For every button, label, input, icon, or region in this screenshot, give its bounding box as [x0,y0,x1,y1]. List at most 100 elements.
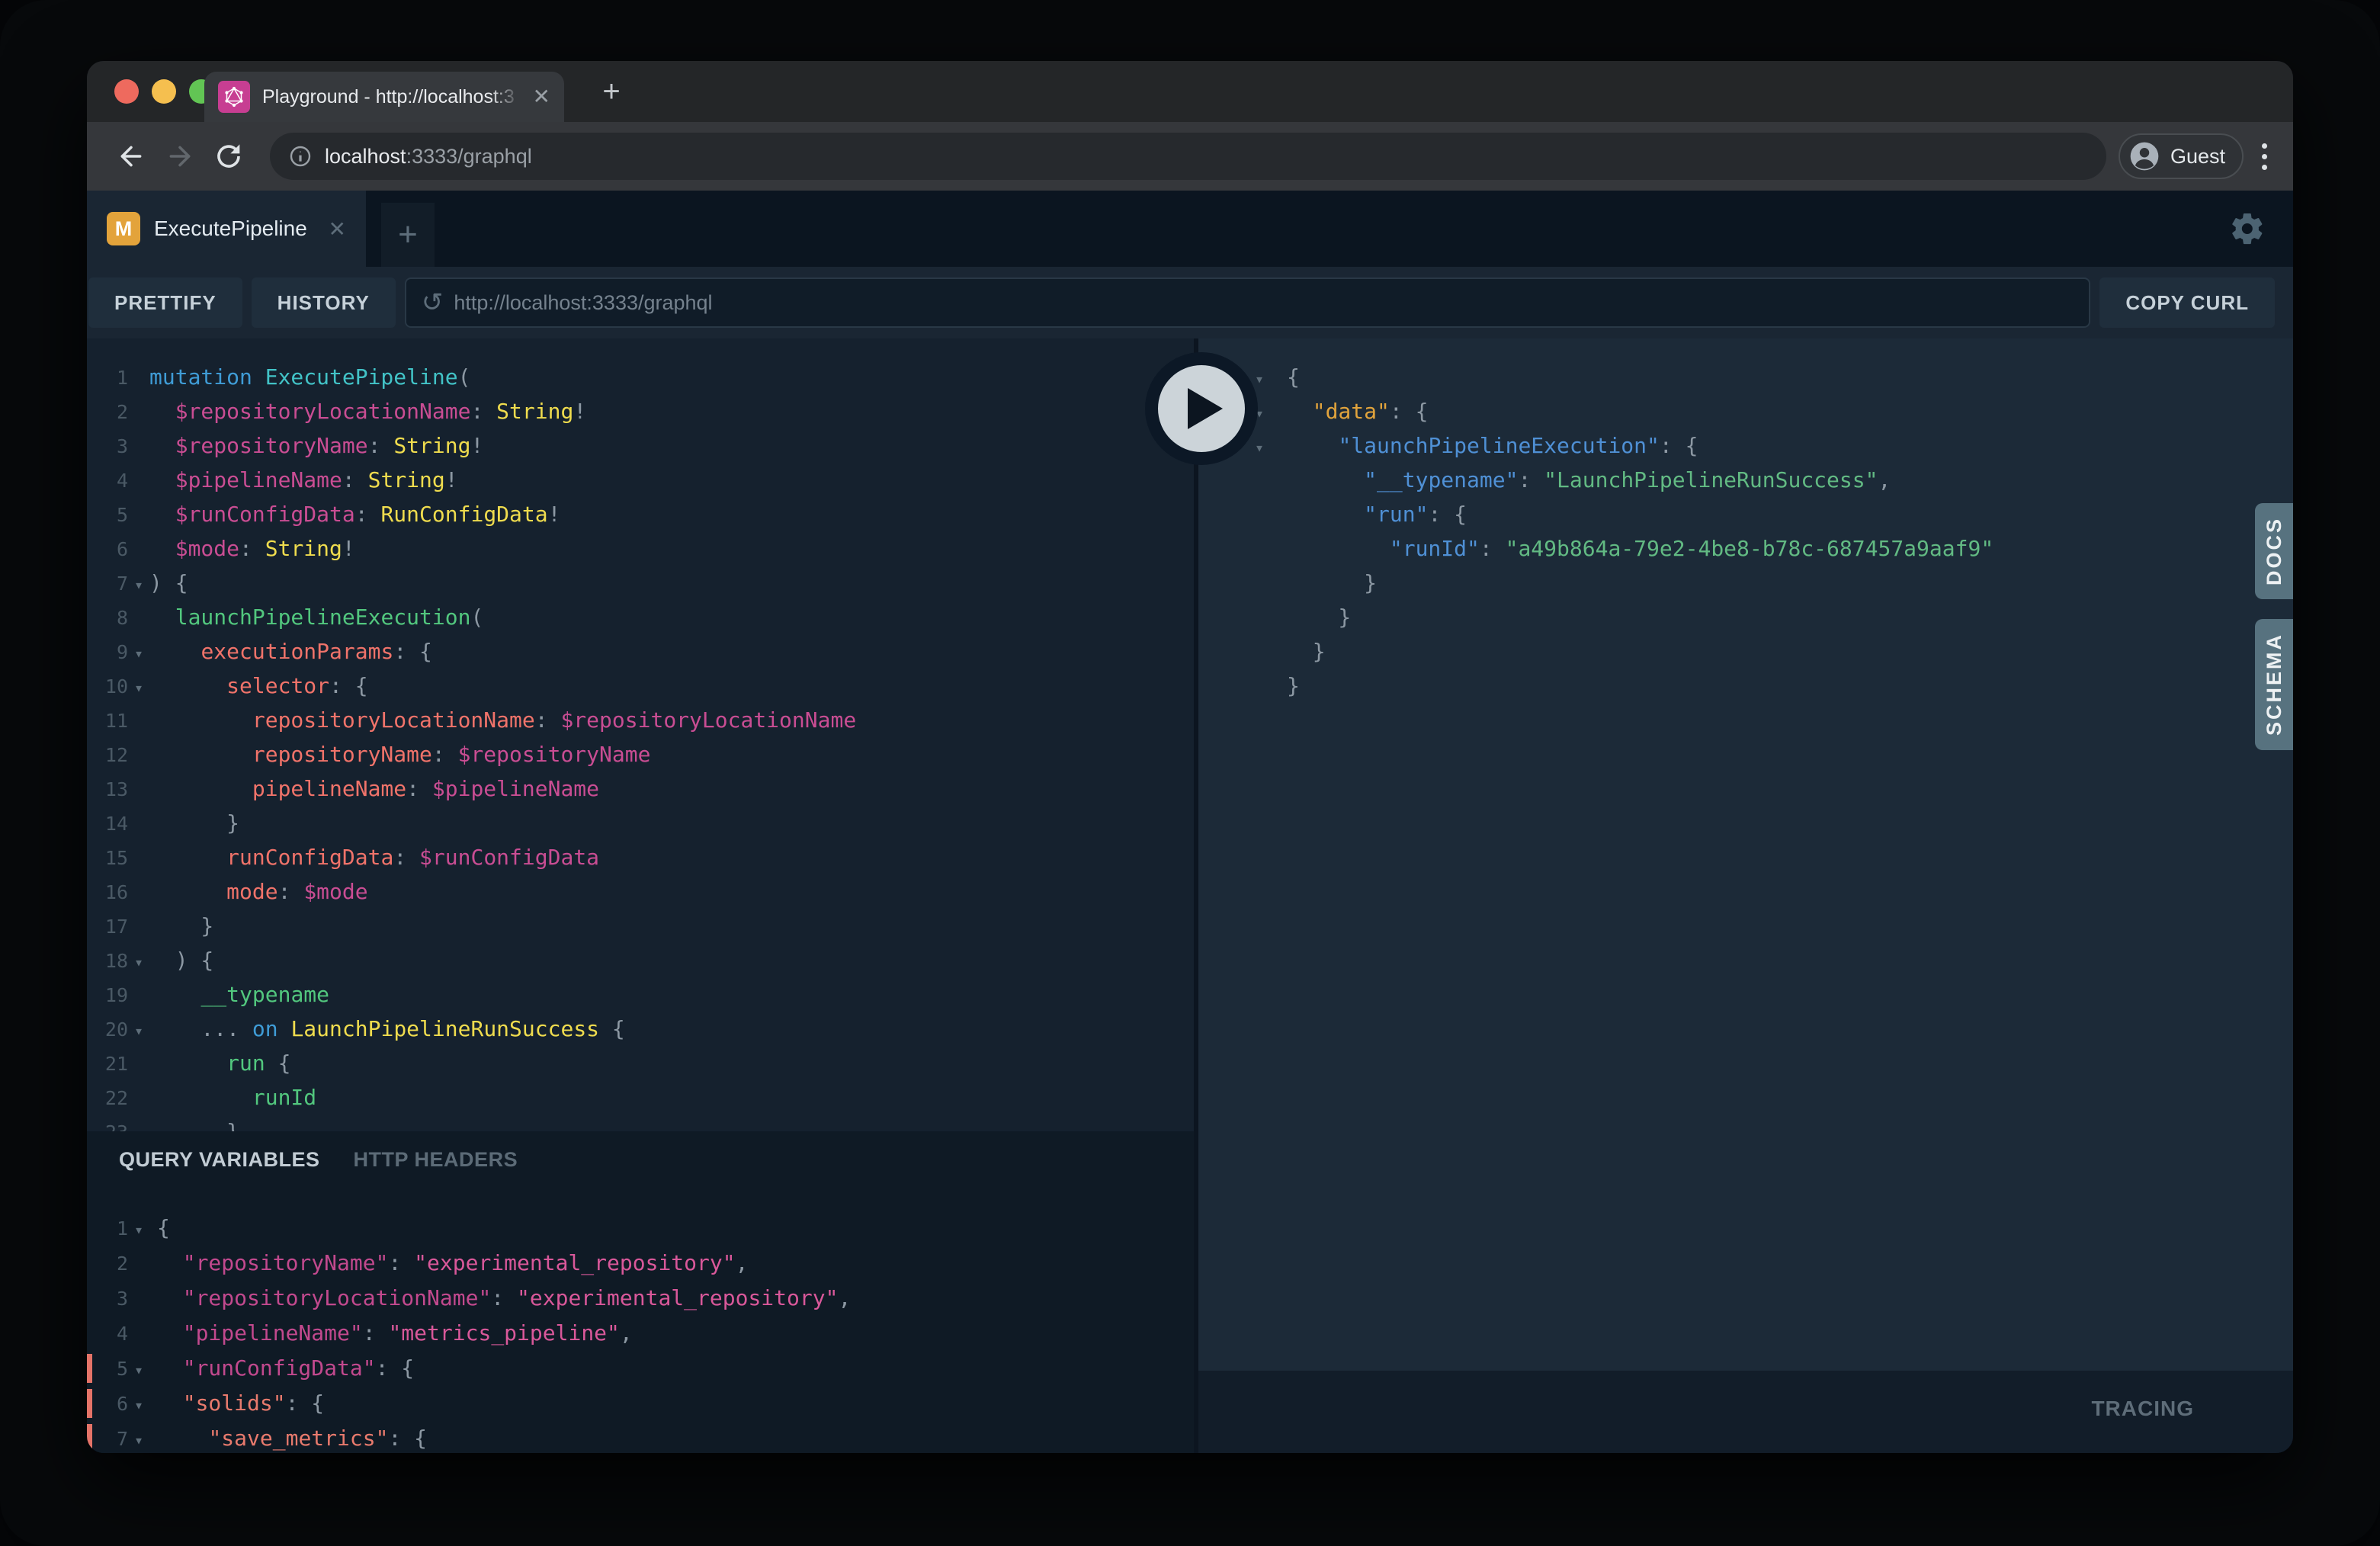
code-line: 12▾ repositoryName: $repositoryName [87,737,1194,771]
code-line: ▾{ [1198,360,2293,394]
code-text: } [1287,634,1326,669]
url-bar[interactable]: localhost:3333/graphql [270,133,2106,180]
code-line: 7▾) { [87,566,1194,600]
code-text: mutation ExecutePipeline( [149,360,470,394]
browser-menu-icon[interactable] [2262,143,2267,170]
fold-arrow-icon[interactable]: ▾ [1249,431,1287,465]
query-pane: 1▾mutation ExecutePipeline(2▾ $repositor… [87,338,1198,1453]
code-line: 4▾ $pipelineName: String! [87,463,1194,497]
minimize-window-button[interactable] [152,79,176,104]
code-line: 21▾ run { [87,1046,1194,1080]
fold-arrow-icon[interactable]: ▾ [128,945,149,980]
browser-tab[interactable]: Playground - http://localhost:3 ✕ [204,72,564,122]
code-line: 13▾ pipelineName: $pipelineName [87,771,1194,806]
code-line: ▾ "data": { [1198,394,2293,428]
code-text: "repositoryName": "experimental_reposito… [149,1246,748,1281]
code-text: run { [149,1046,290,1080]
query-editor[interactable]: 1▾mutation ExecutePipeline(2▾ $repositor… [87,338,1194,1131]
new-tab-button[interactable]: + [593,73,630,110]
code-text: ) { [149,566,188,600]
fold-arrow-icon[interactable]: ▾ [128,1423,149,1453]
code-text: mode: $mode [149,874,368,909]
playground-toolbar: PRETTIFY HISTORY ↺ http://localhost:3333… [87,267,2293,338]
fold-arrow-icon[interactable]: ▾ [128,637,149,671]
history-button[interactable]: HISTORY [252,277,396,328]
code-line: ▾ "runId": "a49b864a-79e2-4be8-b78c-6874… [1198,531,2293,566]
code-text: $repositoryLocationName: String! [149,394,586,428]
line-number: 3 [87,429,128,463]
close-window-button[interactable] [114,79,139,104]
playground-new-tab-button[interactable]: + [381,203,435,267]
fold-arrow-icon[interactable]: ▾ [128,1014,149,1048]
profile-button[interactable]: Guest [2119,133,2244,179]
execute-play-button[interactable] [1145,352,1258,465]
code-text: launchPipelineExecution( [149,600,483,634]
code-text: runId [149,1080,316,1115]
line-number: 1 [87,1211,128,1246]
code-text: "runConfigData": { [149,1351,414,1386]
code-text: runConfigData: $runConfigData [149,840,599,874]
tab-query-variables[interactable]: QUERY VARIABLES [119,1148,320,1172]
code-line: 14▾ } [87,806,1194,840]
code-line: 5▾ "runConfigData": { [87,1351,1194,1386]
code-line: 3▾ $repositoryName: String! [87,428,1194,463]
code-line: 5▾ $runConfigData: RunConfigData! [87,497,1194,531]
code-line: ▾} [1198,669,2293,703]
reload-icon[interactable] [212,140,245,173]
fold-arrow-icon[interactable]: ▾ [128,1212,149,1247]
settings-gear-icon[interactable] [2229,210,2266,247]
code-line: 17▾ } [87,909,1194,943]
tracing-toggle[interactable]: TRACING [2091,1397,2194,1421]
fold-arrow-icon[interactable]: ▾ [128,1387,149,1423]
browser-navbar: localhost:3333/graphql Guest [87,122,2293,191]
reset-endpoint-icon[interactable]: ↺ [422,290,444,316]
line-number: 20 [87,1012,128,1047]
avatar-icon [2128,140,2161,173]
code-text: } [149,1115,239,1131]
tab-http-headers[interactable]: HTTP HEADERS [354,1148,518,1172]
code-line: ▾ } [1198,600,2293,634]
graphql-playground: M ExecutePipeline ✕ + PRETTIFY HISTORY ↺… [87,191,2293,1453]
code-line: 9▾ executionParams: { [87,634,1194,669]
response-viewer[interactable]: ▾{▾ "data": {▾ "launchPipelineExecution"… [1198,338,2293,1371]
query-variables-editor[interactable]: 1▾{2▾ "repositoryName": "experimental_re… [87,1188,1194,1453]
playground-tabbar: M ExecutePipeline ✕ + [87,191,2293,267]
back-icon[interactable] [114,140,148,173]
code-text: "save_metrics": { [149,1421,427,1453]
profile-label: Guest [2170,145,2225,168]
code-text: $runConfigData: RunConfigData! [149,497,560,531]
fold-arrow-icon[interactable]: ▾ [128,1352,149,1387]
playground-tab-title: ExecutePipeline [154,217,307,241]
schema-side-tab[interactable]: SCHEMA [2255,619,2293,750]
code-text: "repositoryLocationName": "experimental_… [149,1281,851,1316]
graphql-favicon-icon [218,81,250,113]
playground-tab-executepipeline[interactable]: M ExecutePipeline ✕ [87,191,366,267]
line-number: 3 [87,1281,128,1317]
copy-curl-button[interactable]: COPY CURL [2099,277,2275,328]
endpoint-input[interactable]: ↺ http://localhost:3333/graphql [405,277,2091,328]
code-line: ▾ "run": { [1198,497,2293,531]
line-number: 15 [87,841,128,875]
code-text: repositoryLocationName: $repositoryLocat… [149,703,856,737]
fold-arrow-icon[interactable]: ▾ [128,671,149,705]
prettify-button[interactable]: PRETTIFY [88,277,242,328]
tab-close-icon[interactable]: ✕ [533,86,550,107]
mutation-badge: M [107,212,140,245]
code-text: selector: { [149,669,368,703]
line-number: 21 [87,1047,128,1081]
line-number: 7 [87,1422,128,1453]
line-number: 18 [87,944,128,978]
browser-tabstrip: Playground - http://localhost:3 ✕ + [87,61,2293,122]
docs-side-tab[interactable]: DOCS [2255,503,2293,599]
forward-icon[interactable] [163,140,197,173]
code-text: executionParams: { [149,634,432,669]
line-number: 12 [87,738,128,772]
fold-arrow-icon[interactable]: ▾ [128,568,149,602]
play-icon [1188,388,1223,429]
line-number: 4 [87,463,128,498]
site-info-icon[interactable] [288,144,313,168]
playground-tab-close-icon[interactable]: ✕ [329,217,346,242]
line-number: 23 [87,1115,128,1131]
line-number: 14 [87,807,128,841]
code-line: 2▾ $repositoryLocationName: String! [87,394,1194,428]
